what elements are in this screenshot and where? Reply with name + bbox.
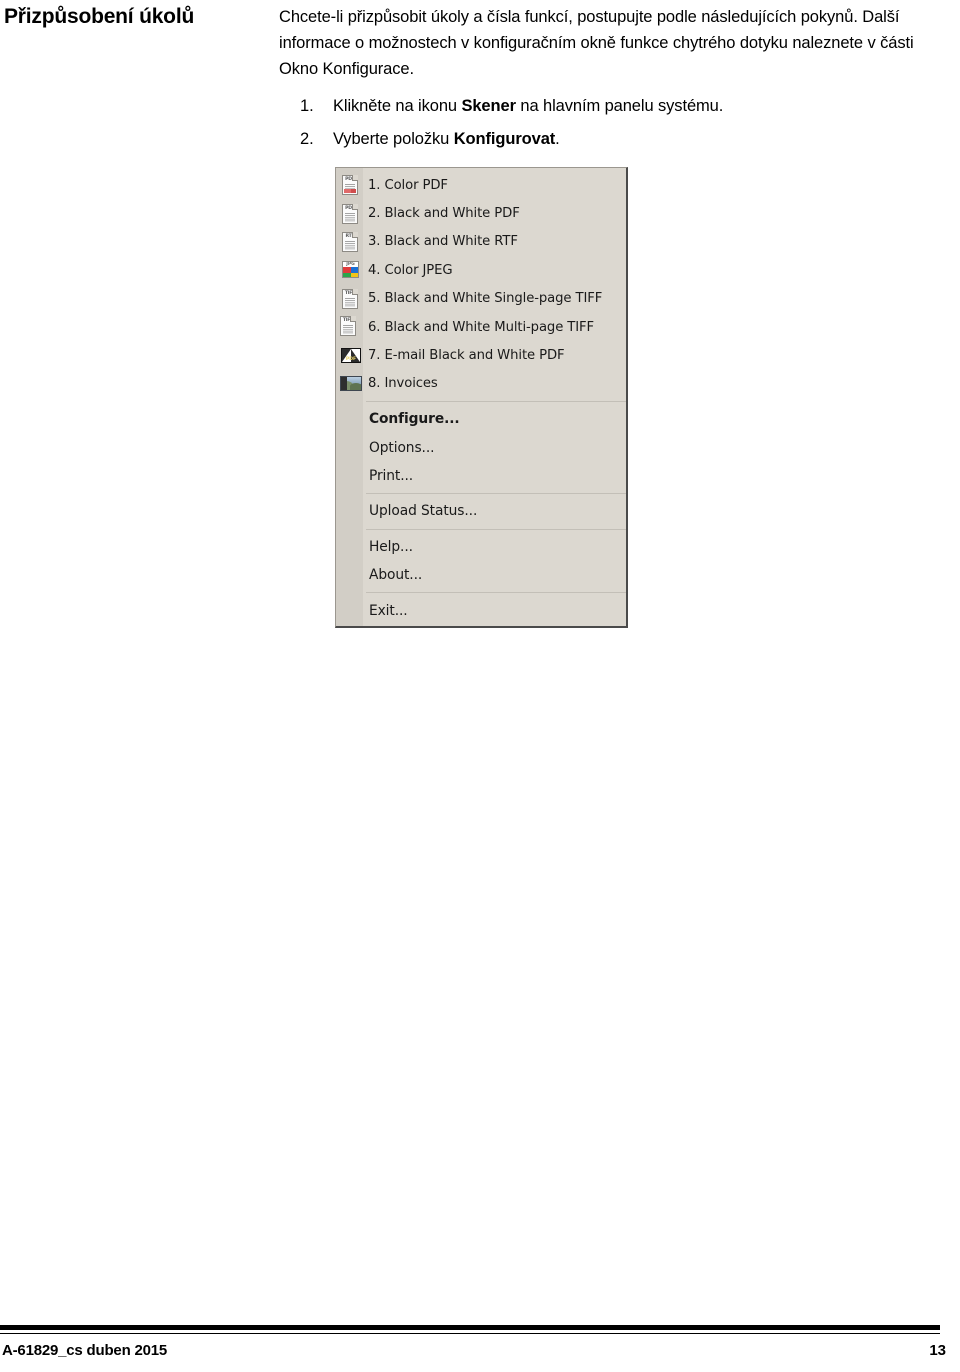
page-title: Přizpůsobení úkolů: [4, 5, 195, 28]
intro-paragraph: Chcete-li přizpůsobit úkoly a čísla funk…: [279, 8, 914, 78]
color-jpeg-image-icon: JPG: [339, 259, 363, 281]
menu-item-label: About...: [369, 567, 423, 584]
tiff-document-icon: TIFF: [339, 288, 363, 310]
menu-item-about[interactable]: About...: [336, 561, 626, 589]
step-number: 1.: [300, 97, 314, 115]
menu-item-bw-multi-page-tiff[interactable]: TIFF 6. Black and White Multi-page TIFF: [336, 313, 626, 341]
menu-item-help[interactable]: Help...: [336, 533, 626, 561]
menu-item-bw-pdf[interactable]: PDF 2. Black and White PDF: [336, 199, 626, 227]
color-pdf-document-icon: PDF: [339, 174, 363, 196]
menu-item-label: 8. Invoices: [368, 376, 438, 392]
pdf-document-icon: PDF: [339, 203, 363, 225]
menu-item-bw-rtf[interactable]: RTF 3. Black and White RTF: [336, 228, 626, 256]
step-text-before: Klikněte na ikonu: [333, 97, 462, 115]
menu-item-label: Exit...: [369, 602, 408, 619]
step-text-bold: Skener: [461, 97, 516, 115]
menu-item-label: 5. Black and White Single-page TIFF: [368, 291, 603, 307]
footer-document-id: A-61829_cs duben 2015: [2, 1342, 168, 1359]
menu-item-print[interactable]: Print...: [336, 462, 626, 490]
icon-tag: TIFF: [344, 290, 356, 296]
menu-item-configure[interactable]: Configure...: [336, 405, 626, 433]
menu-separator: [366, 592, 626, 594]
menu-item-label: 2. Black and White PDF: [368, 206, 520, 222]
footer-page-number: 13: [929, 1342, 946, 1359]
menu-item-email-bw-pdf[interactable]: PDF 7. E-mail Black and White PDF: [336, 341, 626, 369]
menu-separator: [366, 493, 626, 495]
menu-item-label: 1. Color PDF: [368, 177, 448, 193]
menu-separator: [366, 528, 626, 530]
menu-list: PDF 1. Color PDF PDF 2. Black and White …: [336, 168, 626, 629]
menu-item-label: Configure...: [369, 411, 460, 428]
body-column: Chcete-li přizpůsobit úkoly a čísla funk…: [279, 4, 939, 159]
menu-item-label: 6. Black and White Multi-page TIFF: [368, 319, 595, 335]
menu-item-upload-status[interactable]: Upload Status...: [336, 497, 626, 525]
list-item: 1. Klikněte na ikonu Skener na hlavním pa…: [279, 93, 939, 119]
menu-item-color-pdf[interactable]: PDF 1. Color PDF: [336, 171, 626, 199]
menu-item-exit[interactable]: Exit...: [336, 596, 626, 624]
scanner-tray-context-menu: PDF 1. Color PDF PDF 2. Black and White …: [335, 167, 628, 628]
menu-item-bw-single-page-tiff[interactable]: TIFF 5. Black and White Single-page TIFF: [336, 285, 626, 313]
menu-item-label: 4. Color JPEG: [368, 262, 453, 278]
footer-rule-thin: [0, 1333, 940, 1334]
steps-list: 1. Klikněte na ikonu Skener na hlavním pa…: [279, 93, 939, 152]
menu-separator: [366, 401, 626, 403]
menu-item-color-jpeg[interactable]: JPG 4. Color JPEG: [336, 256, 626, 284]
menu-item-label: 7. E-mail Black and White PDF: [368, 348, 565, 364]
menu-item-label: Options...: [369, 439, 435, 456]
step-text-bold: Konfigurovat: [453, 130, 556, 148]
email-envelope-icon: PDF: [339, 345, 363, 367]
step-text-after: na hlavním panelu systému.: [515, 97, 724, 115]
step-text-after: .: [555, 130, 560, 148]
menu-item-options[interactable]: Options...: [336, 434, 626, 462]
menu-item-label: Print...: [369, 468, 414, 485]
menu-item-label: Upload Status...: [369, 503, 478, 520]
icon-tag: PDF: [345, 356, 357, 362]
rtf-document-icon: RTF: [339, 231, 363, 253]
menu-item-label: Help...: [369, 538, 413, 555]
icon-tag: TIFF: [342, 318, 354, 324]
list-item: 2. Vyberte položku Konfigurovat.: [279, 126, 939, 152]
footer-rule-thick: [0, 1325, 940, 1330]
menu-item-invoices[interactable]: 8. Invoices: [336, 370, 626, 398]
menu-item-label: 3. Black and White RTF: [368, 234, 518, 250]
step-number: 2.: [300, 130, 314, 148]
icon-tag: PDF: [345, 205, 355, 211]
photo-invoices-icon: [339, 373, 363, 395]
icon-tag: PDF: [345, 177, 355, 183]
icon-tag: RTF: [345, 233, 355, 239]
step-text-before: Vyberte položku: [333, 130, 454, 148]
tiff-multipage-document-icon: TIFF: [339, 316, 363, 338]
